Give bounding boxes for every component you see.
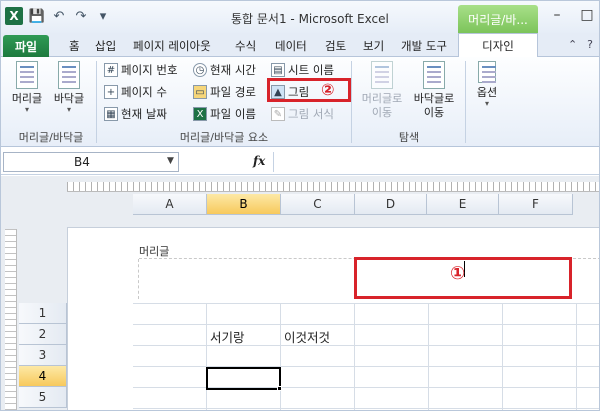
- row-header-3[interactable]: 3: [19, 345, 67, 366]
- header-section-label: 머리글: [139, 245, 170, 258]
- footer-doc-icon: [58, 61, 80, 89]
- group-divider: [465, 61, 466, 143]
- annotation-box-2: [267, 78, 351, 102]
- group-divider: [351, 61, 352, 143]
- column-header-a[interactable]: A: [133, 194, 207, 215]
- chevron-down-icon: ▾: [484, 99, 489, 108]
- cell-grid[interactable]: [133, 303, 599, 410]
- goto-footer-button[interactable]: 바닥글로 이동: [409, 61, 459, 125]
- tab-design[interactable]: 디자인: [458, 33, 538, 57]
- chevron-down-icon: ▾: [66, 105, 71, 114]
- name-box[interactable]: B4: [3, 152, 179, 172]
- column-header-b[interactable]: B: [207, 194, 281, 215]
- tab-review[interactable]: 검토: [325, 38, 346, 54]
- cell-b2[interactable]: 서기랑: [210, 327, 245, 346]
- excel-file-icon: X: [193, 107, 207, 121]
- ribbon: 머리글 ▾ 바닥글 ▾ 머리글/바닥글 # 페이지 번호 + 페이지 수 ▦ 현…: [1, 57, 599, 147]
- vertical-ruler: [5, 229, 17, 410]
- tab-insert[interactable]: 삽입: [95, 38, 116, 54]
- group-label-header-footer-elements: 머리글/바닥글 요소: [179, 131, 269, 144]
- redo-icon[interactable]: ↷: [73, 8, 89, 24]
- options-button[interactable]: 옵션 ▾: [467, 61, 507, 125]
- group-divider: [96, 61, 97, 143]
- window-controls: – □: [549, 7, 595, 23]
- footer-button[interactable]: 바닥글 ▾: [49, 61, 89, 125]
- options-icon: [478, 61, 496, 83]
- tab-formulas[interactable]: 수식: [235, 38, 256, 54]
- save-icon[interactable]: 💾: [29, 8, 45, 24]
- customize-toolbar-icon[interactable]: ▾: [95, 8, 111, 24]
- tab-file[interactable]: 파일: [3, 35, 49, 57]
- column-header-f[interactable]: F: [499, 194, 573, 215]
- ribbon-tabs: 파일 홈 삽입 페이지 레이아웃 수식 데이터 검토 보기 개발 도구 디자인 …: [1, 33, 599, 57]
- row-header-1[interactable]: 1: [19, 303, 67, 324]
- page-number-button[interactable]: # 페이지 번호: [104, 61, 178, 79]
- column-header-d[interactable]: D: [355, 194, 427, 215]
- help-icon[interactable]: ?: [587, 38, 593, 51]
- annotation-number-2: ②: [321, 80, 335, 99]
- formula-divider: [273, 152, 274, 172]
- current-time-button[interactable]: ◷ 현재 시간: [193, 61, 256, 79]
- quick-access-toolbar: X 💾 ↶ ↷ ▾: [5, 7, 111, 25]
- group-label-navigation: 탐색: [398, 131, 420, 144]
- picture-format-button[interactable]: ✎ 그림 서식: [271, 105, 334, 123]
- folder-icon: ▭: [193, 85, 207, 99]
- row-header-4[interactable]: 4: [19, 366, 67, 387]
- cell-c2[interactable]: 이것저것: [284, 327, 330, 346]
- formula-bar: B4 ▼ fx: [1, 149, 599, 175]
- row-header-5[interactable]: 5: [19, 387, 67, 408]
- picture-format-icon: ✎: [271, 107, 285, 121]
- active-cell-b4[interactable]: [206, 367, 281, 390]
- tab-view[interactable]: 보기: [363, 38, 384, 54]
- page-number-icon: #: [104, 63, 118, 77]
- column-header-e[interactable]: E: [427, 194, 499, 215]
- file-path-button[interactable]: ▭ 파일 경로: [193, 83, 256, 101]
- goto-header-button[interactable]: 머리글로 이동: [357, 61, 407, 125]
- maximize-icon[interactable]: □: [579, 7, 595, 23]
- sheet-icon: ▤: [271, 63, 285, 77]
- context-tab-header-footer: 머리글/바...: [458, 5, 538, 33]
- collapse-ribbon-icon[interactable]: ⌃: [568, 38, 577, 51]
- row-header-2[interactable]: 2: [19, 324, 67, 345]
- excel-window: X 💾 ↶ ↷ ▾ 통합 문서1 - Microsoft Excel 머리글/바…: [0, 0, 600, 411]
- window-title: 통합 문서1 - Microsoft Excel: [231, 12, 389, 26]
- title-bar: X 💾 ↶ ↷ ▾ 통합 문서1 - Microsoft Excel 머리글/바…: [1, 1, 599, 33]
- tab-data[interactable]: 데이터: [275, 38, 307, 54]
- calendar-icon: ▦: [104, 107, 118, 121]
- clock-icon: ◷: [193, 63, 207, 77]
- page-count-icon: +: [104, 85, 118, 99]
- file-name-button[interactable]: X 파일 이름: [193, 105, 256, 123]
- ribbon-controls: ⌃ ?: [568, 38, 593, 51]
- name-box-dropdown-icon[interactable]: ▼: [167, 156, 174, 166]
- annotation-number-1: ①: [450, 263, 466, 284]
- minimize-icon[interactable]: –: [549, 7, 565, 23]
- excel-logo-icon[interactable]: X: [5, 7, 23, 25]
- tab-developer[interactable]: 개발 도구: [401, 38, 447, 54]
- column-header-c[interactable]: C: [281, 194, 355, 215]
- header-doc-icon: [16, 61, 38, 89]
- group-label-header-footer: 머리글/바닥글: [18, 131, 84, 144]
- page-count-button[interactable]: + 페이지 수: [104, 83, 167, 101]
- current-date-button[interactable]: ▦ 현재 날짜: [104, 105, 167, 123]
- insert-function-icon[interactable]: fx: [253, 154, 265, 168]
- tab-home[interactable]: 홈: [69, 38, 80, 54]
- header-button[interactable]: 머리글 ▾: [7, 61, 47, 125]
- horizontal-ruler: [67, 182, 599, 192]
- goto-footer-icon: [423, 61, 445, 89]
- sheet-name-button[interactable]: ▤ 시트 이름: [271, 61, 334, 79]
- fill-handle[interactable]: [277, 386, 282, 391]
- tab-page-layout[interactable]: 페이지 레이아웃: [133, 38, 211, 54]
- undo-icon[interactable]: ↶: [51, 8, 67, 24]
- goto-header-icon: [371, 61, 393, 89]
- chevron-down-icon: ▾: [24, 105, 29, 114]
